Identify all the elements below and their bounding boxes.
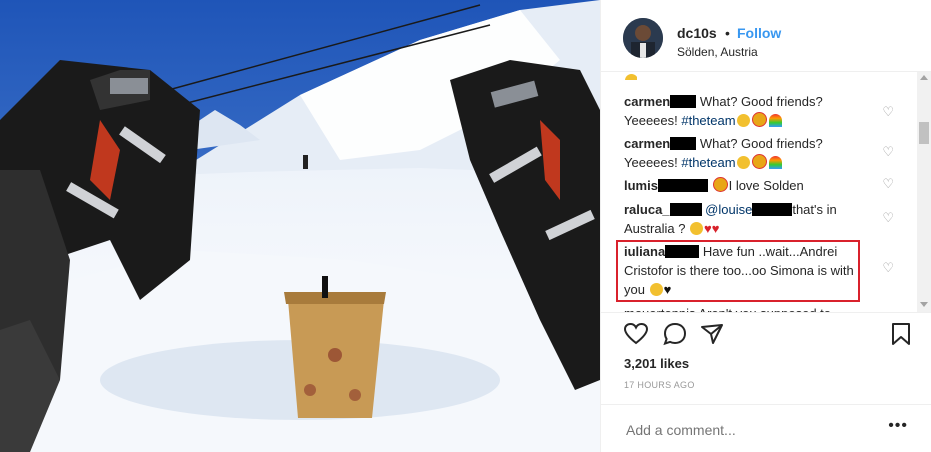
redaction-bar xyxy=(670,95,697,108)
scroll-down-arrow-icon[interactable] xyxy=(920,302,928,307)
redaction-bar xyxy=(752,203,793,216)
comment-item: iuliana Have fun ..wait...Andrei Cristof… xyxy=(624,242,874,299)
username[interactable]: dc10s xyxy=(677,25,717,41)
comment-text: I love Solden xyxy=(728,178,804,193)
location-link[interactable]: Sölden, Austria xyxy=(677,45,758,59)
mention-link[interactable]: @louise xyxy=(705,202,752,217)
add-comment-input[interactable] xyxy=(624,421,868,439)
comment-username[interactable]: lumis xyxy=(624,178,658,193)
avatar[interactable] xyxy=(623,18,663,58)
smile-emoji-icon xyxy=(690,222,704,235)
like-count[interactable]: 3,201 likes xyxy=(624,356,689,371)
like-comment-heart-icon[interactable]: ♡ xyxy=(882,210,894,226)
hashtag-link[interactable]: #theteam xyxy=(681,155,735,170)
post-header: dc10s • Follow Sölden, Austria xyxy=(601,0,931,72)
comment-username[interactable]: iuliana xyxy=(624,244,665,259)
comment-item: carmen What? Good friends? Yeeeees! #the… xyxy=(624,134,874,172)
add-comment-bar: ••• xyxy=(601,404,931,452)
black-heart-icon: ♥ xyxy=(663,282,672,297)
redaction-bar xyxy=(669,203,702,216)
comment-username[interactable]: raluca_ xyxy=(624,202,670,217)
like-comment-heart-icon[interactable]: ♡ xyxy=(882,176,894,192)
separator-dot: • xyxy=(725,25,730,41)
rainbow-emoji-icon xyxy=(768,114,782,127)
wink-emoji-icon xyxy=(649,283,663,296)
more-options-icon[interactable]: ••• xyxy=(888,417,908,435)
comments-list: carmen What? Good friends? Yeeeees! #the… xyxy=(601,72,931,312)
partial-comment: mouortonnis Aren't you supposed to xyxy=(624,304,831,312)
redaction-bar xyxy=(657,179,708,192)
like-comment-heart-icon[interactable]: ♡ xyxy=(882,144,894,160)
hashtag-link[interactable]: #theteam xyxy=(681,113,735,128)
clap-emoji-icon xyxy=(736,156,750,169)
comment-item: carmen What? Good friends? Yeeeees! #the… xyxy=(624,92,874,130)
heart-icon[interactable] xyxy=(623,321,649,347)
post-sidebar: dc10s • Follow Sölden, Austria carmen Wh… xyxy=(600,0,931,452)
comment-item: raluca_ @louise that's in Australia ? ♥♥ xyxy=(624,200,874,238)
avatar-image xyxy=(623,18,663,58)
scrollbar-thumb[interactable] xyxy=(919,122,929,144)
share-icon[interactable] xyxy=(699,321,725,347)
comment-username[interactable]: carmen xyxy=(624,136,670,151)
clapping-emoji-icon xyxy=(624,72,637,80)
rainbow-emoji-icon xyxy=(768,156,782,169)
comment-item: lumis I love Solden xyxy=(624,176,874,195)
red-heart-icon: ♥ xyxy=(711,221,720,236)
post-actions: 3,201 likes 17 HOURS AGO xyxy=(601,312,931,417)
comment-icon[interactable] xyxy=(662,321,688,347)
comments-scrollbar[interactable] xyxy=(917,72,931,312)
red-heart-icon: ♥ xyxy=(704,221,712,236)
comment-username[interactable]: carmen xyxy=(624,94,670,109)
bookmark-icon[interactable] xyxy=(888,321,914,347)
scroll-up-arrow-icon[interactable] xyxy=(920,75,928,80)
redaction-bar xyxy=(670,137,697,150)
clap-emoji-icon xyxy=(736,114,750,127)
follow-button[interactable]: Follow xyxy=(737,25,781,41)
heart-eyes-emoji-icon xyxy=(751,154,767,169)
like-comment-heart-icon[interactable]: ♡ xyxy=(882,104,894,120)
post-photo[interactable] xyxy=(0,0,600,452)
redaction-bar xyxy=(665,245,700,258)
post-timestamp[interactable]: 17 HOURS AGO xyxy=(624,380,695,390)
photo-scene xyxy=(0,0,600,452)
like-comment-heart-icon[interactable]: ♡ xyxy=(882,260,894,276)
heart-eyes-emoji-icon xyxy=(751,112,767,127)
heart-eyes-emoji-icon xyxy=(712,177,728,192)
